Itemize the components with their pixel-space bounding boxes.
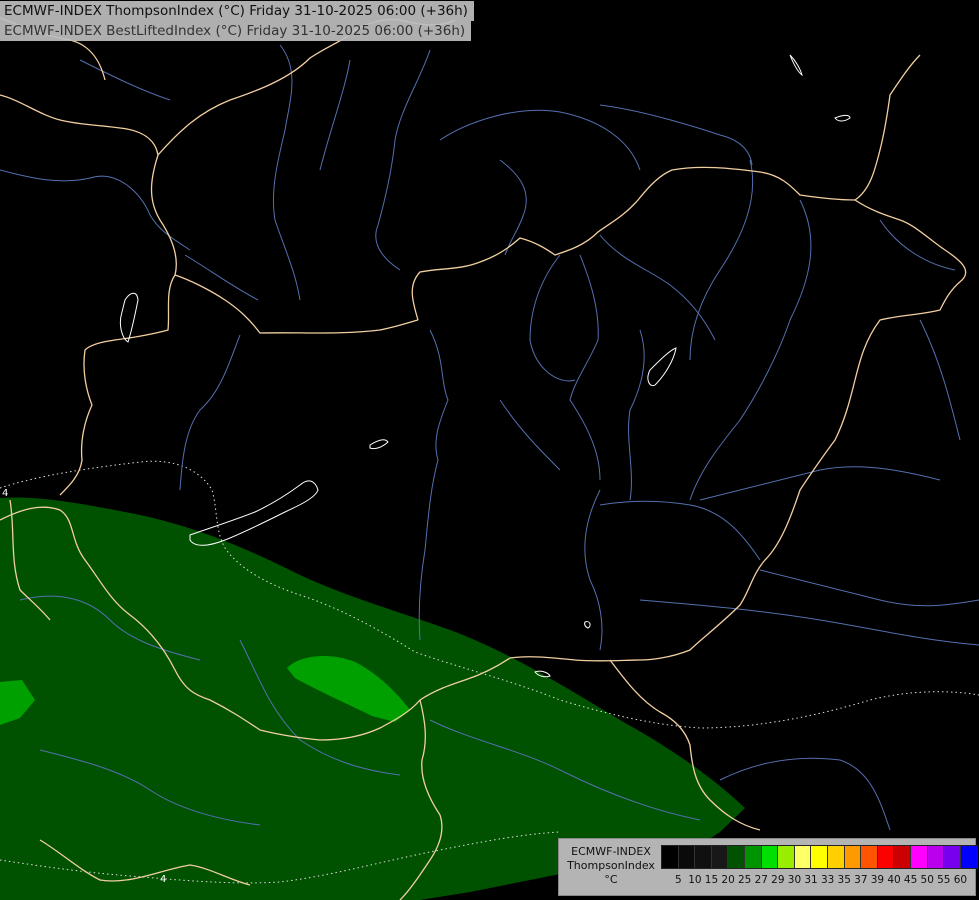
legend-swatch bbox=[778, 846, 795, 868]
legend-swatch bbox=[744, 846, 762, 868]
legend-swatch bbox=[761, 846, 779, 868]
legend-swatch bbox=[827, 846, 845, 868]
legend-tick-label: 33 bbox=[820, 874, 835, 886]
legend-swatches bbox=[661, 845, 979, 869]
legend-swatch bbox=[695, 846, 712, 868]
legend-ticks: 5 10 15 20 25 27 29 30 31 33 35 37 39 40 45 50 55 60 bbox=[670, 874, 969, 887]
legend-swatch bbox=[678, 846, 696, 868]
legend-tick-label: 60 bbox=[953, 874, 968, 886]
legend-parameter: ThompsonIndex bbox=[567, 859, 655, 872]
map-title-thompson: ECMWF-INDEX ThompsonIndex (°C) Friday 31… bbox=[0, 1, 474, 21]
contour-label: 4 bbox=[2, 488, 8, 499]
legend-swatch bbox=[794, 846, 812, 868]
legend-swatch bbox=[894, 846, 911, 868]
legend-swatch bbox=[662, 846, 679, 868]
legend-tick-label: 31 bbox=[804, 874, 818, 886]
legend-tick-label: 40 bbox=[887, 874, 901, 886]
legend-swatch bbox=[877, 846, 895, 868]
legend-tick-label: 29 bbox=[771, 874, 785, 886]
legend-tick-label: 37 bbox=[854, 874, 868, 886]
legend-tick-label: 55 bbox=[937, 874, 951, 886]
legend-tick-label: 35 bbox=[837, 874, 851, 886]
legend-tick-label: 50 bbox=[920, 874, 934, 886]
legend-swatch bbox=[861, 846, 878, 868]
legend-tick-label: 45 bbox=[903, 874, 918, 886]
legend-swatch bbox=[927, 846, 945, 868]
legend-tick-label: 27 bbox=[754, 874, 768, 886]
legend-swatch bbox=[960, 846, 978, 868]
legend-swatch bbox=[910, 846, 928, 868]
legend-tick-label: 5 bbox=[674, 874, 682, 886]
legend-tick-label: 20 bbox=[721, 874, 735, 886]
legend-tick-label: 39 bbox=[870, 874, 885, 886]
legend-tick-label: 10 bbox=[688, 874, 702, 886]
contour-label: 4 bbox=[160, 874, 166, 885]
legend-swatch bbox=[844, 846, 862, 868]
legend-unit: °C bbox=[604, 873, 618, 886]
map-title-bestlifted: ECMWF-INDEX BestLiftedIndex (°C) Friday … bbox=[0, 21, 472, 41]
legend-swatch bbox=[944, 846, 961, 868]
map-canvas: 4 4 bbox=[0, 0, 979, 900]
legend-tick-label: 25 bbox=[737, 874, 752, 886]
legend-model: ECMWF-INDEX bbox=[571, 845, 651, 858]
legend-swatch bbox=[728, 846, 745, 868]
legend-tick-label: 30 bbox=[787, 874, 802, 886]
legend-title: ECMWF-INDEX ThompsonIndex °C bbox=[561, 845, 661, 887]
legend-swatch bbox=[711, 846, 729, 868]
legend-swatch bbox=[811, 846, 828, 868]
color-legend: ECMWF-INDEX ThompsonIndex °C 5 10 15 20 25 27… bbox=[558, 838, 979, 896]
legend-tick-label: 15 bbox=[704, 874, 719, 886]
